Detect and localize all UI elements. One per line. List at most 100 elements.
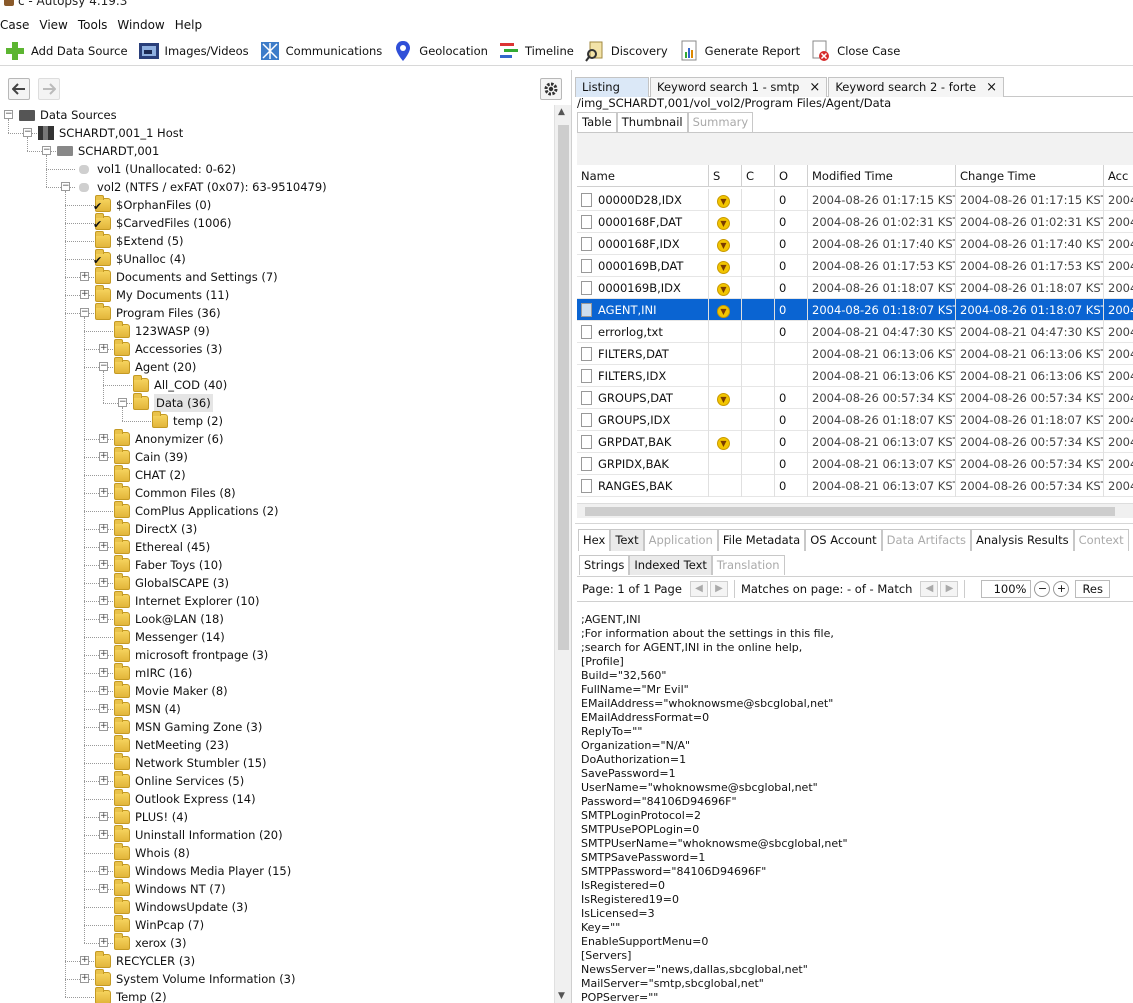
collapse-icon[interactable]: − bbox=[99, 362, 108, 371]
tree-node[interactable]: 123WASP (9) bbox=[114, 321, 210, 340]
discovery-button[interactable]: Discovery bbox=[580, 37, 674, 65]
expand-icon[interactable]: + bbox=[99, 488, 108, 497]
tree-node[interactable]: Data (36) bbox=[133, 393, 213, 412]
expand-icon[interactable]: + bbox=[99, 884, 108, 893]
table-row[interactable]: GROUPS,DAT ▼ 0 2004-08-26 00:57:34 KST 2004-… bbox=[577, 387, 1133, 409]
tree-node[interactable]: Data Sources bbox=[19, 106, 117, 124]
generate-report-button[interactable]: Generate Report bbox=[674, 37, 807, 65]
tree-node[interactable]: Windows NT (7) bbox=[114, 879, 226, 898]
tree-node[interactable]: All_COD (40) bbox=[133, 375, 227, 394]
menu-help[interactable]: Help bbox=[173, 18, 207, 32]
tree-node[interactable]: CHAT (2) bbox=[114, 465, 186, 484]
tree-node[interactable]: Temp (2) bbox=[95, 987, 167, 1003]
tree-node[interactable]: mIRC (16) bbox=[114, 663, 192, 682]
content-tab[interactable]: OS Account bbox=[805, 529, 882, 551]
result-tab[interactable]: Listing bbox=[575, 77, 649, 97]
tree-node[interactable]: Agent (20) bbox=[114, 357, 196, 376]
column-header[interactable]: Name bbox=[577, 165, 709, 187]
expand-icon[interactable]: + bbox=[99, 578, 108, 587]
column-header[interactable]: O bbox=[775, 165, 808, 187]
table-row[interactable]: 00000D28,IDX ▼ 0 2004-08-26 01:17:15 KST 200… bbox=[577, 189, 1133, 211]
tree-node[interactable]: Internet Explorer (10) bbox=[114, 591, 259, 610]
tree-node[interactable]: My Documents (11) bbox=[95, 285, 229, 304]
tree-node[interactable]: NetMeeting (23) bbox=[114, 735, 229, 754]
expand-icon[interactable]: + bbox=[99, 866, 108, 875]
expand-icon[interactable]: + bbox=[80, 974, 89, 983]
tree-node[interactable]: Online Services (5) bbox=[114, 771, 244, 790]
result-tab[interactable]: Keyword search 2 - forte × bbox=[828, 77, 1005, 97]
tree-node[interactable]: GlobalSCAPE (3) bbox=[114, 573, 229, 592]
images-videos-button[interactable]: Images/Videos bbox=[134, 37, 255, 65]
tree-node[interactable]: Program Files (36) bbox=[95, 303, 221, 322]
table-row[interactable]: GRPDAT,BAK ▼ 0 2004-08-21 06:13:07 KST 2004-… bbox=[577, 431, 1133, 453]
view-tab-thumbnail[interactable]: Thumbnail bbox=[616, 112, 688, 132]
tree-node[interactable]: WinPcap (7) bbox=[114, 915, 204, 934]
expand-icon[interactable]: + bbox=[99, 830, 108, 839]
prev-match-button[interactable]: ◀ bbox=[920, 581, 939, 597]
tree-node[interactable]: PLUS! (4) bbox=[114, 807, 188, 826]
expand-icon[interactable]: + bbox=[80, 272, 89, 281]
tree-node[interactable]: WindowsUpdate (3) bbox=[114, 897, 248, 916]
view-tab-table[interactable]: Table bbox=[577, 112, 617, 132]
panel-splitter[interactable] bbox=[575, 523, 1133, 527]
prev-page-button[interactable]: ◀ bbox=[689, 581, 708, 597]
expand-icon[interactable]: + bbox=[80, 956, 89, 965]
column-header[interactable]: C bbox=[742, 165, 775, 187]
expand-icon[interactable]: + bbox=[99, 686, 108, 695]
text-subtab[interactable]: Indexed Text bbox=[629, 555, 712, 575]
menu-window[interactable]: Window bbox=[115, 18, 169, 32]
table-row[interactable]: 0000169B,DAT ▼ 0 2004-08-26 01:17:53 KST 200… bbox=[577, 255, 1133, 277]
tree-node[interactable]: Outlook Express (14) bbox=[114, 789, 256, 808]
collapse-icon[interactable]: − bbox=[4, 110, 13, 119]
tree-node[interactable]: RECYCLER (3) bbox=[95, 951, 195, 970]
content-tab[interactable]: Text bbox=[610, 529, 644, 551]
menu-view[interactable]: View bbox=[37, 18, 72, 32]
reset-zoom-button[interactable]: Res bbox=[1075, 580, 1110, 598]
tree-scroll-thumb[interactable] bbox=[558, 125, 569, 650]
tree-node[interactable]: Whois (8) bbox=[114, 843, 190, 862]
content-tab[interactable]: File Metadata bbox=[717, 529, 806, 551]
table-row[interactable]: FILTERS,IDX 2004-08-21 06:13:06 KST 2004-0… bbox=[577, 365, 1133, 387]
scroll-up-icon[interactable]: ▲ bbox=[558, 107, 565, 117]
expand-icon[interactable]: + bbox=[99, 434, 108, 443]
zoom-out-icon[interactable]: − bbox=[1034, 581, 1051, 597]
tree-node[interactable]: Anonymizer (6) bbox=[114, 429, 223, 448]
table-horizontal-scrollbar[interactable] bbox=[577, 503, 1133, 518]
tree-node[interactable]: Faber Toys (10) bbox=[114, 555, 223, 574]
back-button[interactable] bbox=[8, 78, 30, 100]
tree-node[interactable]: SCHARDT,001_1 Host bbox=[38, 124, 183, 142]
table-row[interactable]: errorlog,txt 0 2004-08-21 04:47:30 KST 2004… bbox=[577, 321, 1133, 343]
add-data-source-button[interactable]: Add Data Source bbox=[0, 37, 134, 65]
content-tab[interactable]: Hex bbox=[578, 529, 611, 551]
text-subtab[interactable]: Strings bbox=[579, 555, 630, 575]
tree-node[interactable]: $OrphanFiles (0) bbox=[93, 195, 211, 216]
expand-icon[interactable]: + bbox=[99, 704, 108, 713]
close-tab-icon[interactable]: × bbox=[809, 78, 820, 97]
content-tab[interactable]: Analysis Results bbox=[971, 529, 1074, 551]
table-row[interactable]: 0000169B,IDX ▼ 0 2004-08-26 01:18:07 KST 200… bbox=[577, 277, 1133, 299]
menu-case[interactable]: Case bbox=[0, 18, 34, 32]
expand-icon[interactable]: + bbox=[99, 650, 108, 659]
expand-icon[interactable]: + bbox=[99, 560, 108, 569]
tree-node[interactable]: temp (2) bbox=[152, 411, 223, 430]
tree-node[interactable]: SCHARDT,001 bbox=[57, 142, 159, 160]
tree-node[interactable]: Windows Media Player (15) bbox=[114, 861, 291, 880]
tree-node[interactable]: Messenger (14) bbox=[114, 627, 225, 646]
expand-icon[interactable]: + bbox=[99, 776, 108, 785]
timeline-button[interactable]: Timeline bbox=[494, 37, 580, 65]
column-header[interactable]: S bbox=[709, 165, 742, 187]
expand-icon[interactable]: + bbox=[99, 722, 108, 731]
tree-settings-button[interactable] bbox=[540, 78, 562, 100]
zoom-field[interactable]: 100% bbox=[981, 580, 1032, 598]
tree-node[interactable]: microsoft frontpage (3) bbox=[114, 645, 268, 664]
zoom-in-icon[interactable]: + bbox=[1053, 581, 1070, 597]
column-header[interactable]: Acc bbox=[1104, 165, 1133, 187]
expand-icon[interactable]: + bbox=[80, 290, 89, 299]
table-row[interactable]: 0000168F,IDX ▼ 0 2004-08-26 01:17:40 KST 200… bbox=[577, 233, 1133, 255]
expand-icon[interactable]: + bbox=[99, 524, 108, 533]
expand-icon[interactable]: + bbox=[99, 344, 108, 353]
table-row[interactable]: GROUPS,IDX 0 2004-08-26 01:18:07 KST 2004-0… bbox=[577, 409, 1133, 431]
collapse-icon[interactable]: − bbox=[80, 308, 89, 317]
expand-icon[interactable]: + bbox=[99, 452, 108, 461]
geolocation-button[interactable]: Geolocation bbox=[388, 37, 494, 65]
